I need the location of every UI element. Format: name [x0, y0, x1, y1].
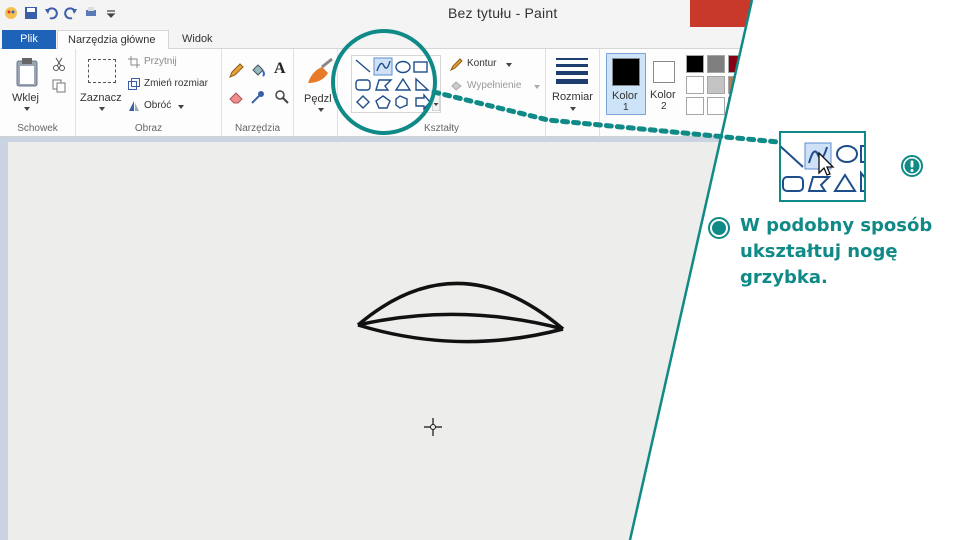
cap-lower-edge — [357, 323, 564, 344]
group-tools: A Narzędzia — [222, 49, 294, 137]
tab-home[interactable]: Narzędzia główne — [57, 30, 169, 50]
brushes-button[interactable]: Pędzl — [298, 55, 336, 115]
zoomed-shapes-callout — [779, 131, 866, 202]
shapes-gallery[interactable] — [351, 55, 441, 113]
redo-icon[interactable] — [64, 6, 78, 20]
copy-icon[interactable] — [52, 79, 66, 93]
color2-swatch — [653, 61, 675, 83]
palette-swatch[interactable] — [686, 97, 704, 115]
brushes-label: Pędzl — [304, 93, 332, 105]
quick-access-toolbar — [4, 6, 118, 20]
instruction-text: W podobny sposób ukształtuj nogę grzybka… — [740, 215, 933, 288]
crop-label: Przytnij — [144, 56, 177, 67]
palette-swatch[interactable] — [707, 97, 725, 115]
undo-icon[interactable] — [44, 6, 58, 20]
size-line-3 — [556, 71, 588, 75]
shapes-gallery-icons — [355, 57, 431, 111]
fill-button[interactable]: Wypełnienie — [450, 79, 542, 95]
eraser-icon[interactable] — [228, 89, 244, 105]
window-title: Bez tytułu - Paint — [448, 5, 558, 21]
outline-pencil-icon — [450, 58, 463, 71]
chevron-down-icon — [570, 107, 576, 111]
palette-swatch[interactable] — [728, 97, 746, 115]
group-shapes: Kontur Wypełnienie Kształty — [338, 49, 546, 137]
color1-button[interactable]: Kolor 1 — [606, 53, 646, 115]
magnifier-icon[interactable] — [274, 89, 290, 105]
group-label-tools: Narzędzia — [234, 123, 281, 134]
size-button[interactable]: Rozmiar — [552, 55, 594, 117]
shapes-scroll-icon[interactable] — [432, 91, 440, 111]
chevron-down-icon — [318, 108, 324, 112]
resize-icon — [128, 78, 140, 90]
palette-swatch[interactable] — [707, 55, 725, 73]
brush-icon — [308, 57, 333, 83]
paste-label: Wklej — [12, 92, 39, 104]
chevron-down-icon — [99, 107, 105, 111]
zoomed-shapes-icons — [781, 142, 864, 192]
crosshair-cursor-icon — [424, 418, 442, 436]
size-line-1 — [556, 58, 588, 60]
paint-app-icon[interactable] — [4, 6, 18, 20]
fill-bucket-icon[interactable] — [250, 63, 266, 79]
outline-button[interactable]: Kontur — [450, 57, 520, 73]
palette-swatch[interactable] — [728, 55, 746, 73]
cut-icon[interactable] — [52, 57, 66, 71]
save-icon[interactable] — [24, 6, 38, 20]
bullet-icon — [708, 217, 730, 239]
selection-icon — [88, 59, 116, 83]
paste-button[interactable]: Wklej — [8, 55, 46, 113]
size-line-4 — [556, 79, 588, 84]
palette-swatch[interactable] — [707, 76, 725, 94]
color2-label: Kolor — [650, 89, 676, 101]
fill-label: Wypełnienie — [467, 80, 522, 91]
color2-button[interactable]: Kolor 2 — [650, 53, 680, 115]
color1-label: Kolor — [612, 90, 638, 102]
cap-upper-edge — [357, 312, 564, 331]
tab-view[interactable]: Widok — [172, 30, 230, 49]
palette-swatch[interactable] — [686, 76, 704, 94]
pencil-icon[interactable] — [228, 63, 244, 79]
fill-icon — [451, 81, 462, 91]
clipboard-icon — [16, 58, 38, 87]
ribbon: Wklej Schowek Zaznacz Przytnij Zmień roz… — [0, 49, 752, 137]
ribbon-tabs: Plik Narzędzia główne Widok — [0, 27, 752, 50]
group-brushes: Pędzl — [294, 49, 338, 137]
size-label: Rozmiar — [552, 91, 593, 103]
customize-qat-icon[interactable] — [104, 6, 118, 20]
window-close-button[interactable] — [690, 0, 752, 27]
select-button[interactable]: Zaznacz — [80, 55, 124, 113]
group-label-shapes: Kształty — [423, 123, 459, 134]
group-label-clipboard: Schowek — [17, 123, 58, 134]
resize-button[interactable]: Zmień rozmiar — [128, 77, 220, 93]
resize-label: Zmień rozmiar — [144, 78, 208, 89]
color1-number: 1 — [623, 102, 629, 113]
color1-swatch — [612, 58, 640, 86]
color-picker-icon[interactable] — [250, 89, 266, 105]
title-bar: Bez tytułu - Paint — [0, 0, 752, 27]
quick-print-icon[interactable] — [84, 6, 98, 20]
size-line-2 — [556, 64, 588, 67]
group-image: Zaznacz Przytnij Zmień rozmiar Obróć Obr… — [76, 49, 222, 137]
group-size: Rozmiar — [546, 49, 600, 137]
palette-swatch[interactable] — [728, 76, 746, 94]
rotate-icon — [129, 101, 139, 111]
chevron-down-icon — [24, 107, 30, 111]
palette-swatch[interactable] — [686, 55, 704, 73]
tab-file[interactable]: Plik — [2, 30, 56, 49]
crop-button[interactable]: Przytnij — [128, 55, 218, 71]
warning-icon — [901, 155, 923, 177]
chevron-down-icon — [178, 105, 184, 109]
rotate-label: Obróć — [144, 100, 172, 111]
select-label: Zaznacz — [80, 92, 122, 104]
text-tool-icon[interactable]: A — [274, 60, 286, 78]
crop-icon — [128, 56, 140, 68]
group-clipboard: Wklej Schowek — [0, 49, 76, 137]
rotate-button[interactable]: Obróć — [128, 99, 198, 115]
color2-number: 2 — [661, 101, 667, 112]
chevron-down-icon — [534, 85, 540, 89]
group-colors: Kolor 1 Kolor 2 — [600, 49, 752, 137]
outline-label: Kontur — [467, 58, 497, 69]
group-label-image: Obraz — [134, 123, 163, 134]
chevron-down-icon — [506, 63, 512, 67]
